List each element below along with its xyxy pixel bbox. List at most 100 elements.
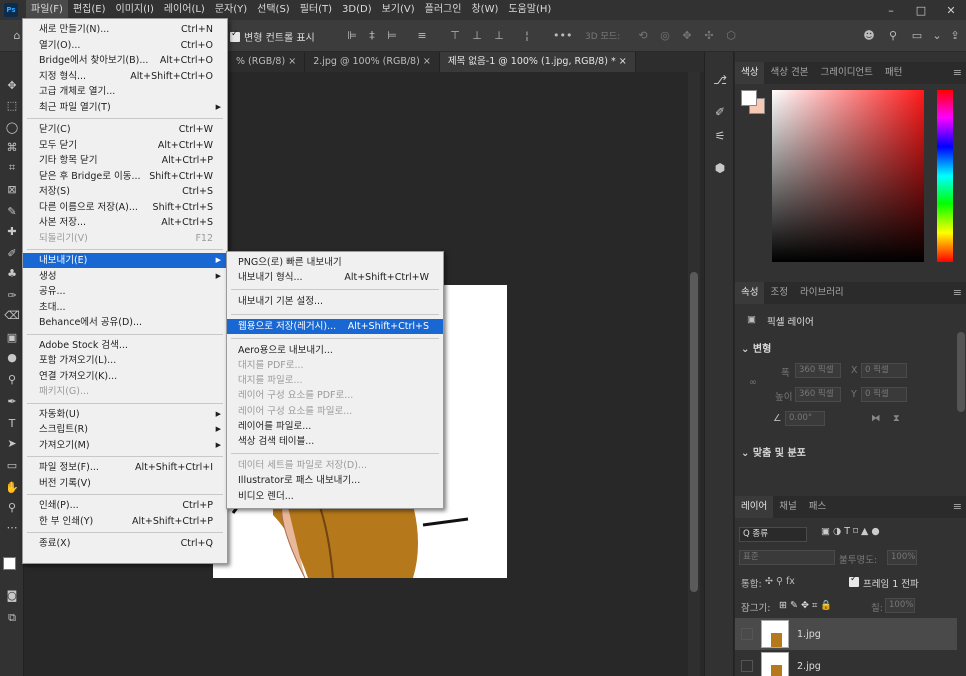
distribute-icon[interactable]: ≡ [415,29,429,43]
menu-option[interactable]: 비디오 렌더... [227,489,443,504]
close-tab-icon[interactable]: × [288,56,296,67]
3d-scale-icon[interactable]: ⬡ [724,29,738,43]
flip-vertical-icon[interactable]: ⧗ [893,413,900,424]
menu-option[interactable]: 새로 만들기(N)... Ctrl+N [23,22,227,37]
3d-panel-icon[interactable]: ⬢ [712,160,728,176]
menu-option[interactable]: Behance에서 공유(D)... [23,315,227,330]
propagate-frame-checkbox[interactable] [849,574,859,587]
menu-option[interactable]: 닫은 후 Bridge로 이동... Shift+Ctrl+W [23,169,227,184]
tab-swatches[interactable]: 색상 견본 [764,62,814,84]
menu-item[interactable]: 선택(S) [252,0,295,20]
layer-visibility-toggle[interactable] [741,660,753,672]
height-input[interactable]: 360 픽셀 [795,387,841,402]
canvas-vertical-scrollbar[interactable] [688,72,700,676]
gradient-tool-icon[interactable]: ▣ [4,330,20,346]
menu-option[interactable]: 레이어를 파일로... [227,419,443,434]
brush-tool-icon[interactable]: ✐ [4,246,20,262]
properties-scrollbar[interactable] [957,332,965,412]
unify-icons[interactable]: ✣ ⚲ fx [765,576,795,587]
align-distribute-section-header[interactable]: ⌄ 맞춤 및 분포 [741,444,806,459]
more-options-icon[interactable]: ••• [553,29,572,43]
menu-option[interactable]: 저장(S) Ctrl+S [23,184,227,199]
distribute-vertical-icon[interactable]: ¦ [520,29,534,43]
blur-tool-icon[interactable]: ● [4,350,20,366]
doc-tab-2jpg[interactable]: 2.jpg @ 100% (RGB/8) × [305,52,440,72]
stamp-tool-icon[interactable]: ♣ [4,266,20,282]
menu-item[interactable]: 플러그인 [420,0,467,20]
brush-settings-icon[interactable]: ✐ [712,104,728,120]
workspace-icon[interactable]: ▭ [910,29,924,43]
3d-orbit-icon[interactable]: ⟲ [636,29,650,43]
menu-item[interactable]: 레이어(L) [159,0,210,20]
close-window-button[interactable]: ✕ [936,0,966,20]
tab-properties[interactable]: 속성 [735,282,765,304]
menu-item[interactable]: 이미지(I) [111,0,159,20]
maximize-button[interactable]: □ [906,0,936,20]
layer-visibility-toggle[interactable] [741,628,753,640]
menu-option[interactable]: 열기(O)... Ctrl+O [23,38,227,53]
angle-input[interactable]: 0.00° [785,411,825,426]
layer-row-1jpg[interactable]: 1.jpg [735,618,957,650]
tab-paths[interactable]: 패스 [803,496,832,518]
tab-patterns[interactable]: 패턴 [879,62,908,84]
pen-tool-icon[interactable]: ✒ [4,394,20,410]
menu-option[interactable]: 포함 가져오기(L)... [23,353,227,368]
y-input[interactable]: 0 픽셀 [861,387,907,402]
rectangle-tool-icon[interactable]: ▭ [4,458,20,474]
fill-input[interactable]: 100% [885,598,915,613]
menu-item[interactable]: 필터(T) [295,0,337,20]
frame-tool-icon[interactable]: ⊠ [4,182,20,198]
close-tab-icon[interactable]: × [619,56,627,67]
color-picker-field[interactable] [772,90,924,262]
menu-item[interactable]: 도움말(H) [503,0,556,20]
doc-tab-untitled[interactable]: 제목 없음-1 @ 100% (1.jpg, RGB/8) * × [439,52,636,72]
menu-option[interactable]: 닫기(C) Ctrl+W [23,122,227,137]
tab-gradients[interactable]: 그레이디언트 [814,62,878,84]
panel-menu-icon[interactable]: ≡ [953,66,962,79]
chevron-down-icon[interactable]: ⌄ [930,29,944,43]
move-tool-icon[interactable]: ✥ [4,78,20,94]
menu-option[interactable]: 최근 파일 열기(T) ▶ [23,100,227,115]
scrollbar-thumb[interactable] [690,272,698,592]
3d-pan-icon[interactable]: ✥ [680,29,694,43]
menu-option[interactable]: 버전 기록(V) [23,476,227,491]
minimize-button[interactable]: – [876,0,906,20]
3d-slide-icon[interactable]: ✣ [702,29,716,43]
menu-option[interactable]: PNG으(로) 빠른 내보내기 [227,255,443,270]
history-brush-tool-icon[interactable]: ✑ [4,288,20,304]
menu-option[interactable]: 웹용으로 저장(레거시)... Alt+Shift+Ctrl+S [227,318,443,334]
eraser-tool-icon[interactable]: ⌫ [4,308,20,324]
layer-row-2jpg[interactable]: 2.jpg [735,650,957,676]
opacity-input[interactable]: 100% [887,550,917,565]
menu-option[interactable]: Illustrator로 패스 내보내기... [227,473,443,488]
menu-item[interactable]: 문자(Y) [210,0,252,20]
menu-option[interactable]: 내보내기(E) ▶ [23,253,227,268]
menu-option[interactable]: Adobe Stock 검색... [23,338,227,353]
link-icon[interactable]: ∞ [749,377,757,388]
menu-item[interactable]: 보기(V) [377,0,420,20]
hand-tool-icon[interactable]: ✋ [4,480,20,496]
menu-option[interactable]: 한 부 인쇄(Y) Alt+Shift+Ctrl+P [23,514,227,529]
eyedropper-tool-icon[interactable]: ✎ [4,204,20,220]
quick-mask-icon[interactable]: ◙ [4,588,20,604]
flip-horizontal-icon[interactable]: ⧓ [871,413,881,424]
menu-option[interactable]: 종료(X) Ctrl+Q [23,536,227,551]
type-tool-icon[interactable]: T [4,416,20,432]
tab-channels[interactable]: 채널 [773,496,802,518]
menu-option[interactable]: 고급 개체로 열기... [23,84,227,99]
history-panel-icon[interactable]: ⎇ [712,72,728,88]
menu-option[interactable]: 초대... [23,300,227,315]
healing-tool-icon[interactable]: ✚ [4,224,20,240]
3d-roll-icon[interactable]: ◎ [658,29,672,43]
adjust-panel-icon[interactable]: ⚟ [712,128,728,144]
quick-select-tool-icon[interactable]: ⌘ [4,140,20,156]
layer-filter-select[interactable]: Q 종류 [739,527,807,542]
menu-item[interactable]: 창(W) [466,0,503,20]
foreground-color-swatch[interactable] [3,557,16,570]
hue-slider[interactable] [937,90,953,262]
panel-menu-icon[interactable]: ≡ [953,286,962,299]
color-foreground-swatch[interactable] [741,90,757,106]
menu-option[interactable]: Aero용으로 내보내기... [227,343,443,358]
path-select-tool-icon[interactable]: ➤ [4,436,20,452]
width-input[interactable]: 360 픽셀 [795,363,841,378]
